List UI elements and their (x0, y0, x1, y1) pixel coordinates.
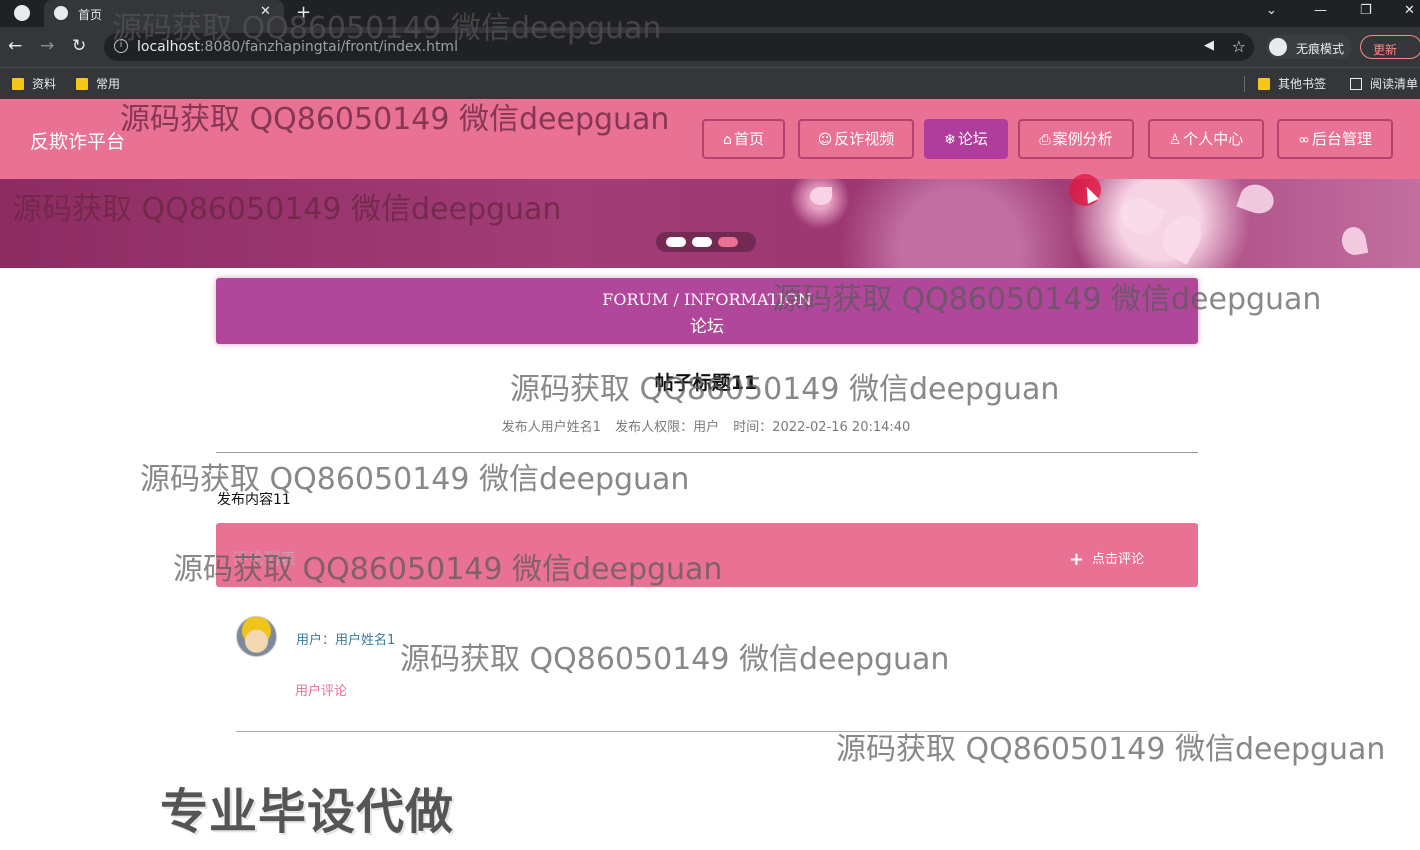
nav-forum[interactable]: ❄ 论坛 (924, 119, 1008, 159)
nav-admin[interactable]: ∞ 后台管理 (1277, 119, 1393, 159)
carousel-dot[interactable] (666, 237, 686, 247)
carousel-dot[interactable] (692, 237, 712, 247)
close-window-button[interactable]: ✕ (1404, 3, 1415, 18)
flower-decoration (1339, 225, 1369, 257)
forward-button[interactable]: → (40, 36, 54, 56)
site-header: 反欺诈平台 ⌂ 首页 ☺ 反诈视频 ❄ 论坛 ⎙ 案例分析 ♙ 个人中心 ∞ 后台管理 (0, 99, 1420, 179)
user-icon: ♙ (1168, 132, 1182, 148)
flower-decoration (1114, 191, 1166, 241)
watermark: 源码获取 QQ86050149 微信deepguan (400, 642, 950, 677)
blocked-sound-icon[interactable]: ◀ (1204, 38, 1214, 53)
minimize-button[interactable]: — (1314, 3, 1327, 18)
petal-decoration (810, 187, 832, 205)
folder-icon (12, 78, 24, 90)
add-comment-button[interactable]: + 点击评论 (1069, 548, 1144, 570)
post-title: 帖子标题11 (654, 372, 758, 394)
other-bookmarks[interactable]: 其他书签 (1258, 75, 1326, 92)
flower-decoration (1236, 180, 1278, 218)
nav-cases[interactable]: ⎙ 案例分析 (1018, 119, 1134, 159)
favicon-icon (54, 6, 68, 20)
tab-search-icon[interactable]: ⌄ (1266, 3, 1277, 18)
address-bar[interactable]: i localhost:8080/fanzhapingtai/front/ind… (104, 33, 1254, 61)
link-icon: ∞ (1298, 132, 1310, 148)
brand-title[interactable]: 反欺诈平台 (30, 127, 125, 154)
globe-icon (14, 5, 30, 21)
bookmarks-bar: 资料 常用 其他书签 阅读清单 (0, 67, 1420, 99)
incognito-label: 无痕模式 (1296, 42, 1345, 56)
browser-tab[interactable]: 首页 ✕ (44, 0, 284, 27)
bookmark-folder[interactable]: 资料 (12, 75, 56, 92)
comment-user: 用户：用户姓名1 (296, 633, 396, 648)
url-text[interactable]: localhost:8080/fanzhapingtai/front/index… (137, 39, 458, 55)
snowflake-icon: ❄ (944, 132, 956, 148)
back-button[interactable]: ← (8, 36, 22, 56)
section-title-en: FORUM / INFORMATION (602, 290, 812, 309)
post-author: 发布人用户姓名1 (501, 420, 601, 435)
section-title-cn: 论坛 (690, 317, 724, 337)
incognito-icon (1269, 38, 1287, 56)
post-meta: 发布人用户姓名1 发布人权限：用户 时间：2022-02-16 20:14:40 (0, 416, 1412, 435)
close-tab-icon[interactable]: ✕ (260, 4, 271, 19)
separator (1244, 76, 1245, 92)
nav-home[interactable]: ⌂ 首页 (702, 119, 785, 159)
new-tab-button[interactable]: + (296, 2, 311, 23)
promo-watermark: 专业毕设代做 (160, 784, 455, 840)
carousel-banner[interactable] (0, 179, 1420, 268)
home-icon: ⌂ (723, 132, 732, 148)
comment-bar: 评论列表 + 点击评论 (216, 523, 1198, 587)
divider (236, 731, 1198, 732)
reload-button[interactable]: ↻ (72, 36, 86, 56)
nav-profile[interactable]: ♙ 个人中心 (1148, 119, 1264, 159)
folder-icon (76, 78, 88, 90)
reading-list-icon (1350, 78, 1362, 90)
reading-list[interactable]: 阅读清单 (1350, 75, 1418, 92)
browser-toolbar: ← → ↻ i localhost:8080/fanzhapingtai/fro… (0, 27, 1420, 67)
restore-button[interactable]: ❐ (1360, 3, 1372, 18)
bookmark-star-icon[interactable]: ☆ (1232, 37, 1246, 56)
comment-list-label: 评论列表 (232, 549, 297, 568)
divider (216, 452, 1198, 453)
plus-icon: + (1068, 549, 1084, 570)
incognito-badge[interactable]: 无痕模式 (1266, 35, 1352, 59)
section-header: FORUM / INFORMATION 论坛 (216, 278, 1198, 344)
post-role: 发布人权限：用户 (615, 420, 720, 435)
comment-text: 用户评论 (295, 684, 348, 699)
folder-icon (1258, 78, 1270, 90)
update-button[interactable]: 更新 (1360, 35, 1420, 59)
carousel-indicators (656, 232, 756, 252)
post-time: 时间：2022-02-16 20:14:40 (733, 420, 911, 435)
flower-decoration (1155, 208, 1209, 266)
browser-tab-bar: 首页 ✕ + ⌄ — ❐ ✕ (0, 0, 1420, 27)
bookmark-folder[interactable]: 常用 (76, 75, 120, 92)
tab-title: 首页 (78, 8, 103, 22)
print-icon: ⎙ (1039, 132, 1051, 148)
smile-icon: ☺ (817, 132, 833, 148)
carousel-dot-active[interactable] (718, 237, 738, 247)
nav-videos[interactable]: ☺ 反诈视频 (798, 119, 914, 159)
info-icon[interactable]: i (114, 39, 128, 53)
post-content: 发布内容11 (217, 492, 291, 508)
avatar (236, 616, 277, 657)
